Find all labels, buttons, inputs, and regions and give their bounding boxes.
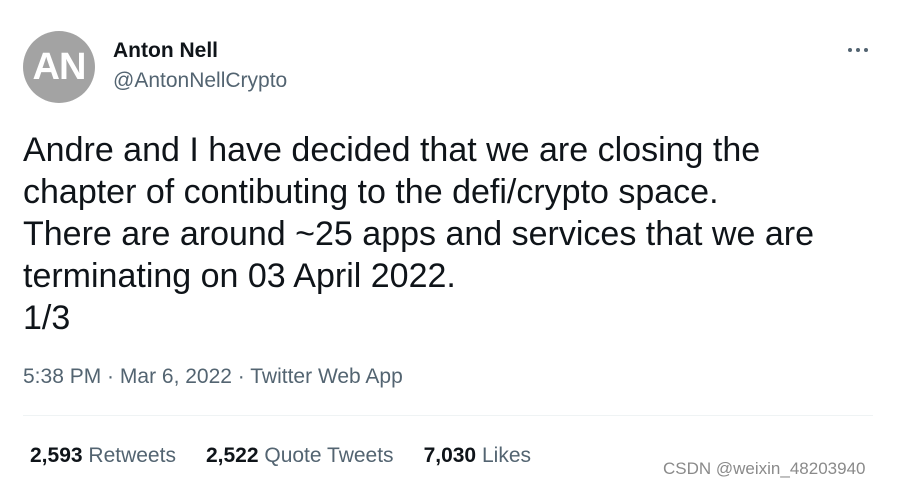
watermark: CSDN @weixin_48203940 — [663, 459, 866, 478]
tweet-source-link[interactable]: Twitter Web App — [250, 365, 403, 388]
tweet-line: Andre and I have decided that we are clo… — [23, 131, 761, 169]
more-options-icon[interactable] — [838, 36, 878, 64]
tweet-line: chapter of contibuting to the defi/crypt… — [23, 173, 719, 211]
tweet-time-link[interactable]: 5:38 PM — [23, 365, 101, 388]
meta-separator: · — [101, 365, 120, 388]
tweet-text: Andre and I have decided that we are clo… — [23, 129, 883, 339]
quote-tweets-stat[interactable]: 2,522 Quote Tweets — [206, 443, 394, 469]
avatar[interactable]: AN — [23, 31, 95, 103]
tweet-stats: 2,593 Retweets 2,522 Quote Tweets 7,030 … — [30, 443, 531, 469]
tweet-line: 1/3 — [23, 299, 71, 337]
quote-tweets-label: Quote Tweets — [264, 444, 394, 467]
retweets-count: 2,593 — [30, 444, 83, 467]
likes-label: Likes — [481, 444, 531, 467]
more-dot — [864, 48, 868, 52]
author-handle[interactable]: @AntonNellCrypto — [113, 68, 287, 94]
likes-stat[interactable]: 7,030 Likes — [424, 443, 531, 469]
divider — [23, 415, 873, 416]
more-dot — [856, 48, 860, 52]
author-name[interactable]: Anton Nell — [113, 38, 218, 64]
meta-separator: · — [231, 365, 251, 388]
retweets-stat[interactable]: 2,593 Retweets — [30, 443, 176, 469]
tweet-line: There are around ~25 apps and services t… — [23, 215, 814, 253]
quote-tweets-count: 2,522 — [205, 444, 259, 467]
tweet-meta: 5:38 PM · Mar 6, 2022 · Twitter Web App — [23, 364, 403, 390]
tweet-date-link[interactable]: Mar 6, 2022 — [120, 365, 232, 388]
tweet-line: terminating on 03 April 2022. — [23, 257, 456, 295]
likes-count: 7,030 — [423, 444, 477, 467]
retweets-label: Retweets — [88, 444, 176, 467]
more-dot — [848, 48, 852, 52]
